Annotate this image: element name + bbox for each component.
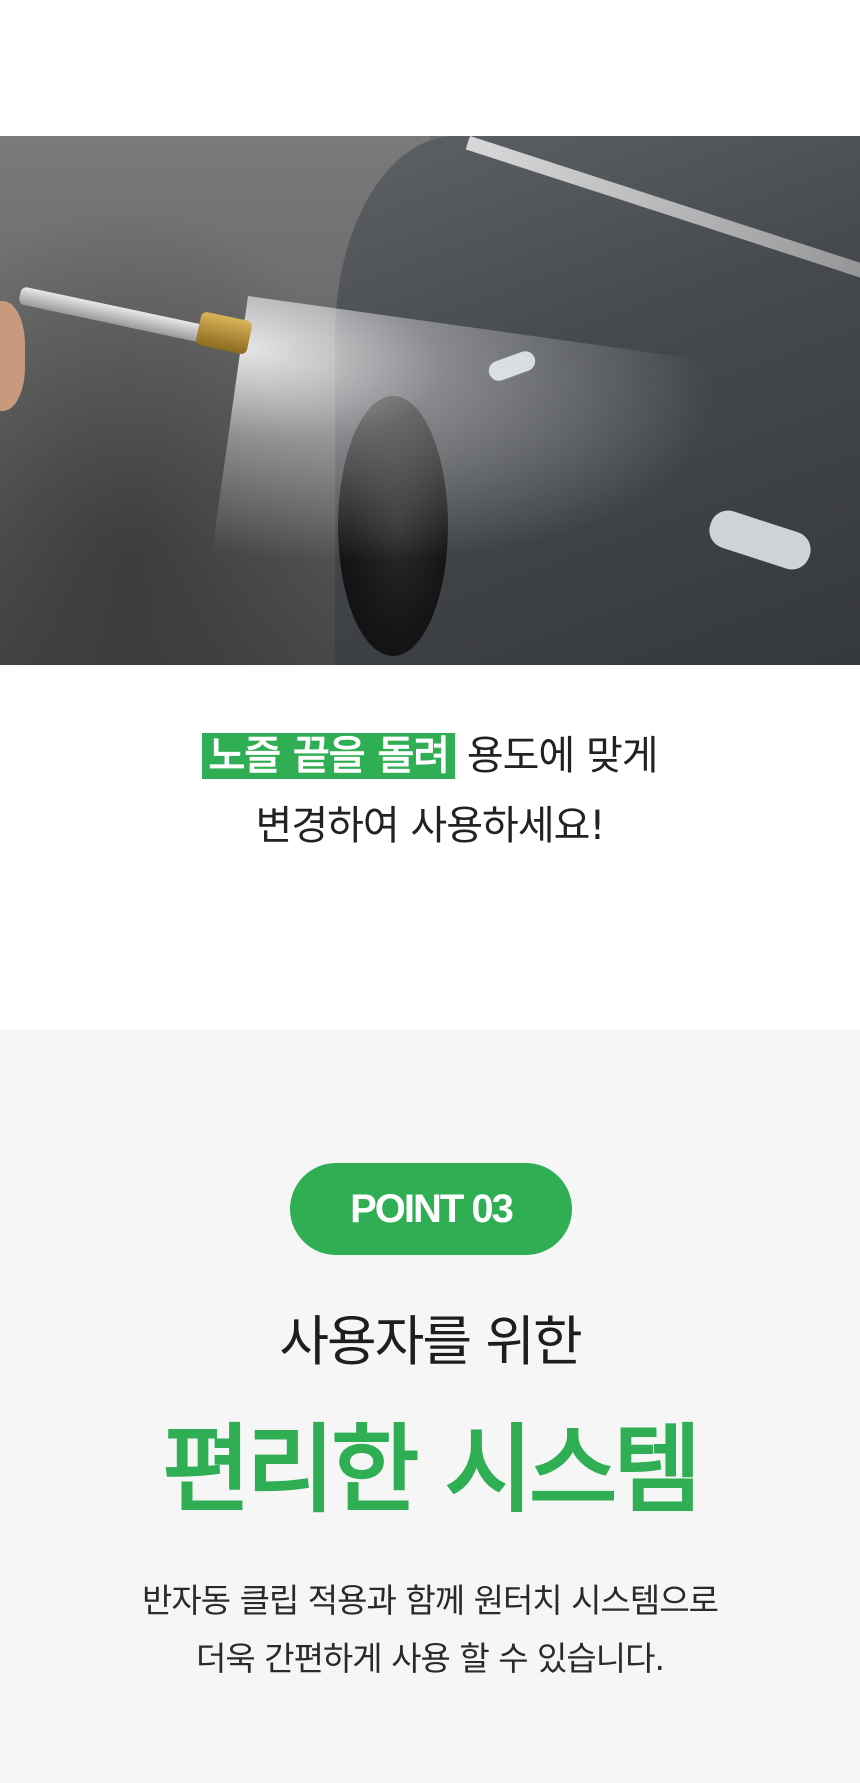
top-spacer — [0, 0, 860, 136]
point-section: POINT 03 사용자를 위한 편리한 시스템 반자동 클립 적용과 함께 원… — [0, 1030, 860, 1783]
point-badge: POINT 03 — [290, 1163, 572, 1255]
point-description: 반자동 클립 적용과 함께 원터치 시스템으로 더욱 간편하게 사용 할 수 있… — [0, 1572, 860, 1688]
caption-section: 노즐 끝을 돌려 용도에 맞게 변경하여 사용하세요! — [0, 665, 860, 1030]
point-subtitle: 사용자를 위한 — [279, 1310, 582, 1373]
caption-line-2: 변경하여 사용하세요! — [255, 803, 606, 849]
point-description-line-2: 더욱 간편하게 사용 할 수 있습니다. — [196, 1639, 665, 1678]
caption-line-1-rest: 용도에 맞게 — [455, 733, 659, 779]
point-title: 편리한 시스템 — [162, 1414, 701, 1526]
point-description-line-1: 반자동 클립 적용과 함께 원터치 시스템으로 — [142, 1581, 719, 1620]
caption-highlight: 노즐 끝을 돌려 — [202, 733, 456, 779]
car-wash-photo — [0, 136, 860, 665]
caption-line-1: 노즐 끝을 돌려 용도에 맞게 — [0, 721, 860, 791]
